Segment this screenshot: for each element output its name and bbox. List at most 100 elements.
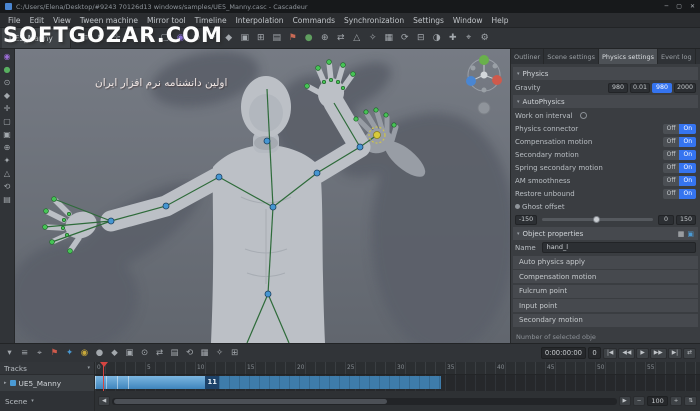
timeline-icon-1[interactable]: ≡ [18,348,31,358]
transport-button-0[interactable]: |◀ [603,348,617,359]
toolbar-icon-11[interactable]: ⊞ [253,33,268,43]
left-tool-icon-7[interactable]: ⊕ [4,143,11,153]
timeline-icon-6[interactable]: ● [93,348,106,358]
gravity-value-0[interactable]: 980 [608,83,628,93]
close-button[interactable]: ✕ [690,3,695,10]
toolbar-icon-9[interactable]: ◆ [221,33,236,43]
left-tool-icon-11[interactable]: ▤ [3,195,11,205]
section-input-point[interactable]: Input point [513,299,698,312]
menu-item-file[interactable]: File [4,15,25,26]
transport-button-3[interactable]: ▶▶ [650,348,667,359]
tracks-header[interactable]: Tracks [0,362,94,375]
work-on-interval-checkbox[interactable] [580,112,587,119]
toolbar-icon-13[interactable]: ⚑ [285,33,300,43]
timeline-ruler[interactable]: 0510152025303540455055 [95,362,700,375]
track-item-ue5-manny[interactable]: UE5_Manny [0,375,94,391]
am-smoothness-on-button[interactable]: On [679,176,696,186]
section-compensation-motion[interactable]: Compensation motion [513,270,698,283]
interval-segment[interactable] [219,376,441,389]
menu-item-window[interactable]: Window [449,15,487,26]
transport-button-1[interactable]: ◀◀ [618,348,635,359]
scroll-right-button[interactable]: ▶ [619,396,631,406]
timeline-icon-11[interactable]: ▤ [168,348,181,358]
toolbar-icon-19[interactable]: ▦ [381,33,396,43]
tab-event-log[interactable]: Event log [658,49,696,64]
left-tool-icon-1[interactable]: ● [4,65,11,75]
panel-view-icon[interactable] [687,230,694,238]
toolbar-icon-17[interactable]: △ [349,33,364,43]
gravity-value-2[interactable]: 980 [652,83,672,93]
grid-view-icon[interactable] [678,230,685,238]
physics-connector-on-button[interactable]: On [679,124,696,134]
toolbar-icon-21[interactable]: ⊟ [413,33,428,43]
menu-item-tween-machine[interactable]: Tween machine [76,15,142,26]
menu-item-commands[interactable]: Commands [289,15,339,26]
restore-unbound-on-button[interactable]: On [679,189,696,199]
toolbar-icon-2[interactable]: ✛ [109,33,124,43]
secondary-motion-off-button[interactable]: Off [663,150,680,160]
transport-button-2[interactable]: ▶ [636,348,648,359]
left-tool-icon-3[interactable]: ◆ [4,91,10,101]
left-tool-icon-2[interactable]: ⊙ [4,78,11,88]
ghost-offset-max[interactable]: 150 [676,215,696,225]
scene-selector[interactable]: Scene [0,391,94,411]
toolbar-icon-0[interactable]: ≡ [77,33,92,43]
maximize-button[interactable]: ▢ [676,3,682,10]
timeline-icon-8[interactable]: ▣ [123,348,136,358]
frame-display[interactable]: 0 [588,347,601,359]
menu-item-edit[interactable]: Edit [26,15,49,26]
tab-outliner[interactable]: Outliner [511,49,544,64]
tab-scene-settings[interactable]: Scene settings [544,49,599,64]
section-secondary-motion[interactable]: Secondary motion [513,314,698,327]
toolbar-icon-5[interactable]: ▢ [157,33,172,43]
toolbar-icon-15[interactable]: ⊕ [317,33,332,43]
timeline-icon-4[interactable]: ✦ [63,348,76,358]
ghost-offset-value[interactable]: 0 [658,215,674,225]
toolbar-icon-12[interactable]: ▤ [269,33,284,43]
toolbar-icon-18[interactable]: ✧ [365,33,380,43]
chevron-down-icon[interactable] [87,365,90,371]
zoom-value[interactable]: 100 [647,396,667,406]
toolbar-icon-7[interactable]: ⊙ [189,33,204,43]
left-tool-icon-10[interactable]: ⟲ [4,182,11,192]
ghost-offset-slider[interactable] [542,218,653,221]
minimize-button[interactable]: ─ [665,3,669,10]
left-tool-icon-4[interactable]: ✛ [4,104,11,114]
toolbar-icon-22[interactable]: ◑ [429,33,444,43]
scene-tab[interactable]: UE5_Manny ✕ [2,28,71,48]
timeline-icon-13[interactable]: ▦ [198,348,211,358]
restore-unbound-off-button[interactable]: Off [663,189,680,199]
secondary-motion-on-button[interactable]: On [679,150,696,160]
toolbar-icon-20[interactable]: ⟳ [397,33,412,43]
zoom-out-button[interactable]: − [633,396,646,406]
scrollbar-thumb[interactable] [114,399,386,404]
timeline-icon-2[interactable]: ⌖ [33,348,46,358]
timeline-icon-10[interactable]: ⇄ [153,348,166,358]
name-field[interactable]: hand_l [542,242,696,253]
left-tool-icon-8[interactable]: ✦ [4,156,11,166]
timeline-track[interactable]: 11 [95,375,700,391]
timeline-icon-12[interactable]: ⟲ [183,348,196,358]
toolbar-icon-4[interactable]: ↔ [141,33,156,43]
expand-icon[interactable] [4,380,7,386]
toolbar-icon-3[interactable]: ⟲ [125,33,140,43]
toolbar-icon-23[interactable]: ✚ [445,33,460,43]
physics-section-header[interactable]: Physics [513,67,698,80]
menu-item-synchronization[interactable]: Synchronization [340,15,408,26]
toolbar-icon-8[interactable]: ✦ [205,33,220,43]
menu-item-interpolation[interactable]: Interpolation [232,15,288,26]
section-auto-physics-apply[interactable]: Auto physics apply [513,256,698,269]
autophysics-section-header[interactable]: AutoPhysics [513,95,698,108]
transport-button-4[interactable]: ▶| [668,348,682,359]
menu-item-timeline[interactable]: Timeline [191,15,231,26]
menu-item-mirror-tool[interactable]: Mirror tool [143,15,190,26]
toolbar-icon-24[interactable]: ⌖ [461,33,476,43]
tab-physics-settings[interactable]: Physics settings [599,49,658,64]
physics-connector-off-button[interactable]: Off [663,124,680,134]
toolbar-icon-6[interactable]: ◉ [173,33,188,43]
section-fulcrum-point[interactable]: Fulcrum point [513,285,698,298]
compensation-motion-on-button[interactable]: On [679,137,696,147]
timeline-icon-5[interactable]: ◉ [78,348,91,358]
toolbar-icon-14[interactable]: ● [301,33,316,43]
menu-item-settings[interactable]: Settings [409,15,448,26]
